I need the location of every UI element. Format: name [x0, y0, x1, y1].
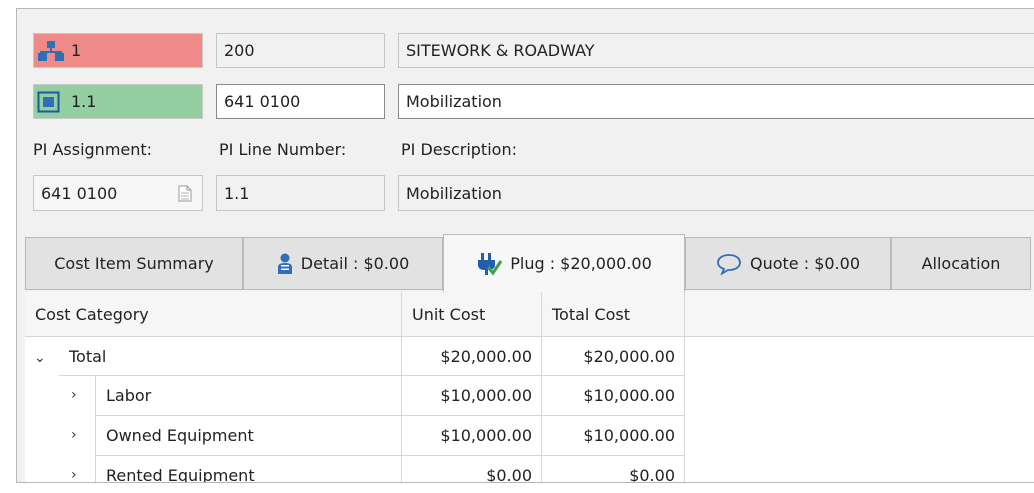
level-2-description: Mobilization: [406, 92, 502, 111]
cost-category-name: Owned Equipment: [106, 426, 254, 445]
tab-allocation-label: Allocation: [921, 254, 1001, 273]
level-1-code-field[interactable]: 1: [33, 33, 203, 68]
pi-line-number-label: PI Line Number:: [219, 140, 347, 159]
person-icon: [277, 253, 292, 274]
level-1-description-field[interactable]: SITEWORK & ROADWAY: [398, 33, 1034, 68]
cost-category-grid: Cost Category Unit Cost Total Cost ⌄ Tot…: [25, 292, 1034, 483]
column-header-unit-cost-label: Unit Cost: [412, 304, 486, 324]
unit-cost-value: $10,000.00: [440, 426, 532, 445]
tab-cost-item-summary[interactable]: Cost Item Summary: [25, 237, 243, 290]
pi-description-value: Mobilization: [406, 183, 502, 203]
chevron-right-icon[interactable]: ›: [71, 427, 77, 443]
level-1-description: SITEWORK & ROADWAY: [406, 41, 595, 60]
total-cost-cell: $10,000.00: [542, 376, 685, 416]
column-header-total-cost[interactable]: Total Cost: [542, 292, 685, 337]
cost-category-name: Labor: [106, 386, 152, 405]
tab-quote[interactable]: Quote : $0.00: [685, 237, 891, 290]
pi-line-number-value: 1.1: [224, 183, 250, 203]
cost-category-cell: Rented Equipment: [95, 456, 402, 483]
total-cost-cell: $10,000.00: [542, 416, 685, 456]
pi-assignment-field[interactable]: 641 0100: [33, 175, 203, 211]
document-icon[interactable]: [178, 185, 192, 206]
total-cost-value: $10,000.00: [583, 386, 675, 405]
cost-category-cell: Owned Equipment: [95, 416, 402, 456]
chevron-down-icon[interactable]: ⌄: [34, 350, 46, 366]
chevron-right-icon[interactable]: ›: [71, 467, 77, 482]
cost-category-cell: Total: [59, 337, 402, 376]
tab-allocation[interactable]: Allocation: [891, 237, 1031, 290]
unit-cost-value: $0.00: [486, 466, 532, 483]
column-header-total-cost-label: Total Cost: [552, 304, 631, 324]
tab-strip: Cost Item Summary Detail : $0.00 Plug : …: [17, 234, 1034, 292]
cost-category-name: Total: [69, 346, 107, 366]
tab-plug[interactable]: Plug : $20,000.00: [443, 234, 685, 292]
pi-description-label: PI Description:: [401, 140, 517, 159]
total-cost-value: $0.00: [629, 466, 675, 483]
level-2-number: 641 0100: [224, 92, 301, 111]
total-cost-cell: $0.00: [542, 456, 685, 483]
pi-assignment-label: PI Assignment:: [33, 140, 153, 159]
unit-cost-cell: $20,000.00: [402, 337, 542, 376]
pi-description-field[interactable]: Mobilization: [398, 175, 1034, 211]
level-1-number: 200: [224, 41, 255, 60]
pi-assignment-value: 641 0100: [41, 183, 118, 203]
cost-item-icon: [37, 91, 65, 113]
total-cost-value: $20,000.00: [583, 346, 675, 366]
plug-icon: [478, 252, 503, 276]
tab-cost-item-summary-label: Cost Item Summary: [54, 254, 214, 273]
grid-header-filler: [685, 292, 1034, 337]
column-header-unit-cost[interactable]: Unit Cost: [402, 292, 542, 337]
level-1-code: 1: [71, 41, 82, 60]
level-2-code: 1.1: [71, 92, 97, 111]
tab-detail[interactable]: Detail : $0.00: [243, 237, 443, 290]
tab-quote-label: Quote : $0.00: [749, 254, 860, 273]
cost-category-name: Rented Equipment: [106, 466, 255, 483]
unit-cost-cell: $0.00: [402, 456, 542, 483]
unit-cost-value: $20,000.00: [440, 346, 532, 366]
unit-cost-value: $10,000.00: [440, 386, 532, 405]
tab-plug-label: Plug : $20,000.00: [510, 254, 652, 273]
total-cost-cell: $20,000.00: [542, 337, 685, 376]
total-cost-value: $10,000.00: [583, 426, 675, 445]
hierarchy-icon: [37, 40, 65, 62]
unit-cost-cell: $10,000.00: [402, 376, 542, 416]
column-header-cost-category[interactable]: Cost Category: [25, 292, 402, 337]
level-2-description-input[interactable]: Mobilization: [398, 84, 1034, 119]
speech-bubble-icon: [717, 253, 741, 275]
level-1-number-field[interactable]: 200: [216, 33, 385, 68]
pi-line-number-field[interactable]: 1.1: [216, 175, 385, 211]
cost-category-cell: Labor: [95, 376, 402, 416]
cost-item-panel: 1 200 SITEWORK & ROADWAY 1.1 641 0100 Mo…: [16, 8, 1034, 483]
tab-detail-label: Detail : $0.00: [300, 254, 410, 273]
level-2-number-input[interactable]: 641 0100: [216, 84, 385, 119]
level-2-code-field[interactable]: 1.1: [33, 84, 203, 119]
unit-cost-cell: $10,000.00: [402, 416, 542, 456]
chevron-right-icon[interactable]: ›: [71, 387, 77, 403]
column-header-cost-category-label: Cost Category: [35, 304, 149, 324]
